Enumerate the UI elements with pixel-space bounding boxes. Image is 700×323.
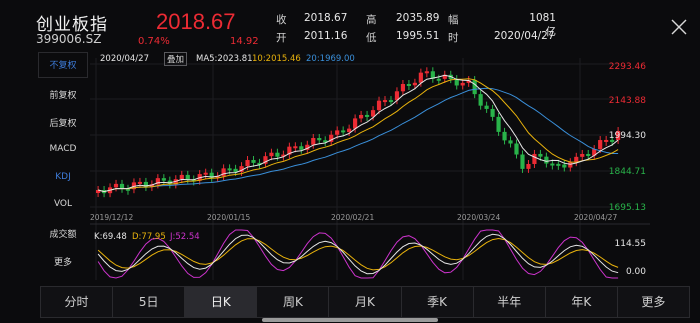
kdj-k-legend: K:69.48 bbox=[94, 232, 127, 242]
home-indicator bbox=[262, 318, 438, 322]
kdj-axis-label: 0.00 bbox=[626, 267, 646, 277]
last-price: 2018.67 bbox=[156, 9, 236, 34]
tab-monthly-k[interactable]: 月K bbox=[329, 286, 402, 318]
menu-kdj[interactable]: KDJ bbox=[38, 172, 88, 182]
price-axis-label: 2293.46 bbox=[609, 62, 646, 72]
stat-low: 低 bbox=[366, 32, 377, 44]
stat-high: 高 bbox=[366, 14, 377, 26]
tab-weekly-k[interactable]: 周K bbox=[257, 286, 330, 318]
menu-forward-adjust[interactable]: 前复权 bbox=[38, 88, 88, 101]
kline-chart[interactable]: 2293.46 2143.88 1994.30 1844.71 1695.13 … bbox=[90, 52, 670, 284]
tab-halfyear-k[interactable]: 半年 bbox=[473, 286, 546, 318]
stat-high-value: 2035.89 bbox=[396, 12, 440, 24]
menu-turnover[interactable]: 成交额 bbox=[38, 227, 88, 240]
stat-time: 时 bbox=[448, 32, 459, 44]
kdj-d-legend: D:77.95 bbox=[132, 232, 166, 242]
ma10-legend: 10:2015.46 bbox=[252, 54, 301, 64]
menu-vol[interactable]: VOL bbox=[38, 199, 88, 209]
menu-backward-adjust[interactable]: 后复权 bbox=[38, 116, 88, 129]
legend-date: 2020/04/27 bbox=[100, 54, 149, 64]
ma20-legend: 20:1969.00 bbox=[306, 54, 355, 64]
date-label: 2020/01/15 bbox=[207, 213, 250, 222]
chart-side-menu: 不复权 前复权 后复权 MACD KDJ VOL 成交额 更多 bbox=[38, 52, 88, 277]
tab-5day[interactable]: 5日 bbox=[113, 286, 186, 318]
price-axis-label: 1844.71 bbox=[609, 167, 646, 177]
menu-more[interactable]: 更多 bbox=[38, 255, 88, 268]
tab-daily-k[interactable]: 日K bbox=[185, 286, 258, 318]
price-axis-label: 1695.13 bbox=[609, 203, 646, 213]
stat-open-value: 2011.16 bbox=[304, 30, 348, 42]
menu-macd[interactable]: MACD bbox=[38, 144, 88, 154]
price-axis-label: 1994.30 bbox=[609, 131, 646, 141]
tab-intraday[interactable]: 分时 bbox=[40, 286, 114, 318]
chart-grid bbox=[90, 58, 650, 280]
stat-close: 收 bbox=[276, 14, 287, 26]
kdj-j-legend: J:52.54 bbox=[170, 232, 200, 242]
ma5-legend: MA5:2023.81 bbox=[196, 54, 253, 64]
stat-close-value: 2018.67 bbox=[304, 12, 348, 24]
kdj-d-line bbox=[97, 237, 619, 271]
tab-yearly-k[interactable]: 年K bbox=[545, 286, 618, 318]
stat-amount: 幅 bbox=[448, 14, 459, 26]
date-label: 2020/04/27 bbox=[574, 213, 617, 222]
stat-low-value: 1995.51 bbox=[396, 30, 440, 42]
price-axis-label: 2143.88 bbox=[609, 96, 646, 106]
date-label: 2020/02/21 bbox=[331, 213, 374, 222]
period-tabs: 分时 5日 日K 周K 月K 季K 半年 年K 更多 bbox=[40, 286, 690, 318]
tab-quarterly-k[interactable]: 季K bbox=[401, 286, 474, 318]
stat-time-value: 2020/04/27 bbox=[494, 30, 555, 42]
date-label: 2020/03/24 bbox=[457, 213, 500, 222]
change-amount: 14.92 bbox=[230, 36, 259, 47]
ma5-line bbox=[97, 74, 619, 193]
change-percent: 0.74% bbox=[138, 36, 170, 47]
overlay-button[interactable]: 叠加 bbox=[164, 52, 188, 66]
kdj-axis-label: 114.55 bbox=[615, 239, 647, 249]
candlesticks bbox=[96, 67, 621, 198]
stock-code: 399006.SZ bbox=[36, 32, 102, 46]
date-label: 2019/12/12 bbox=[90, 213, 133, 222]
menu-no-adjust[interactable]: 不复权 bbox=[38, 52, 88, 78]
tab-more[interactable]: 更多 bbox=[617, 286, 690, 318]
close-icon[interactable] bbox=[670, 18, 688, 36]
stat-open: 开 bbox=[276, 32, 287, 44]
quote-header: 创业板指 399006.SZ 2018.67 0.74% 14.92 收 201… bbox=[0, 0, 700, 52]
